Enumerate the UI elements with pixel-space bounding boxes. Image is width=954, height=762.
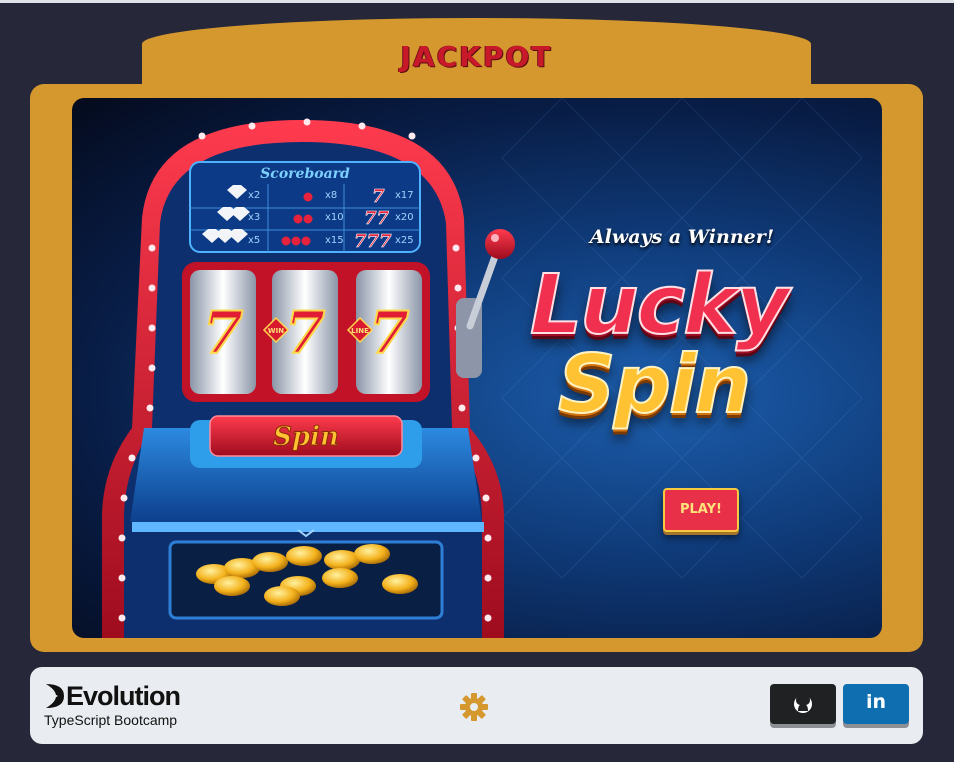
game-logo-spin: Spin [557, 337, 752, 432]
page-title: JACKPOT [400, 40, 553, 73]
scoreboard-title: Scoreboard [260, 166, 350, 182]
github-icon [794, 693, 812, 713]
game-frame: 7 77 777 Scoreboard x2 x8 x17 x3 x10 x20… [30, 84, 923, 652]
reel-3-symbol: 7 [369, 299, 409, 367]
score-cell: x15 [325, 235, 344, 246]
score-cell: x17 [395, 190, 414, 201]
github-button[interactable] [770, 684, 836, 724]
evolution-logo-icon [46, 684, 64, 708]
settings-icon[interactable] [458, 691, 490, 723]
play-button[interactable]: PLAY! [663, 488, 739, 532]
score-cell: x10 [325, 212, 344, 223]
linkedin-button[interactable]: in [843, 684, 909, 724]
linkedin-icon: in [865, 691, 887, 713]
score-cell: x8 [325, 190, 337, 201]
top-strip [0, 0, 954, 3]
svg-text:7: 7 [372, 186, 385, 207]
score-cell: x25 [395, 235, 414, 246]
brand-subtitle: TypeScript Bootcamp [44, 712, 178, 728]
footer: Evolution TypeScript Bootcamp in [30, 667, 923, 744]
score-cell: x5 [248, 235, 260, 246]
line-badge: LINE [351, 327, 369, 335]
brand-name: Evolution [66, 681, 181, 711]
svg-text:777: 777 [354, 231, 392, 252]
slot-machine-artwork: 7 77 777 Scoreboard x2 x8 x17 x3 x10 x20… [102, 98, 863, 638]
score-cell: x2 [248, 190, 260, 201]
reel-1-symbol: 7 [203, 299, 243, 367]
win-badge: WIN [268, 327, 284, 335]
reel-2-symbol: 7 [285, 299, 325, 367]
score-cell: x3 [248, 212, 260, 223]
tagline: Always a Winner! [589, 226, 775, 248]
score-cell: x20 [395, 212, 414, 223]
spin-button-label: Spin [273, 422, 339, 452]
svg-text:77: 77 [364, 208, 390, 229]
game-screen: 7 77 777 Scoreboard x2 x8 x17 x3 x10 x20… [72, 98, 882, 638]
